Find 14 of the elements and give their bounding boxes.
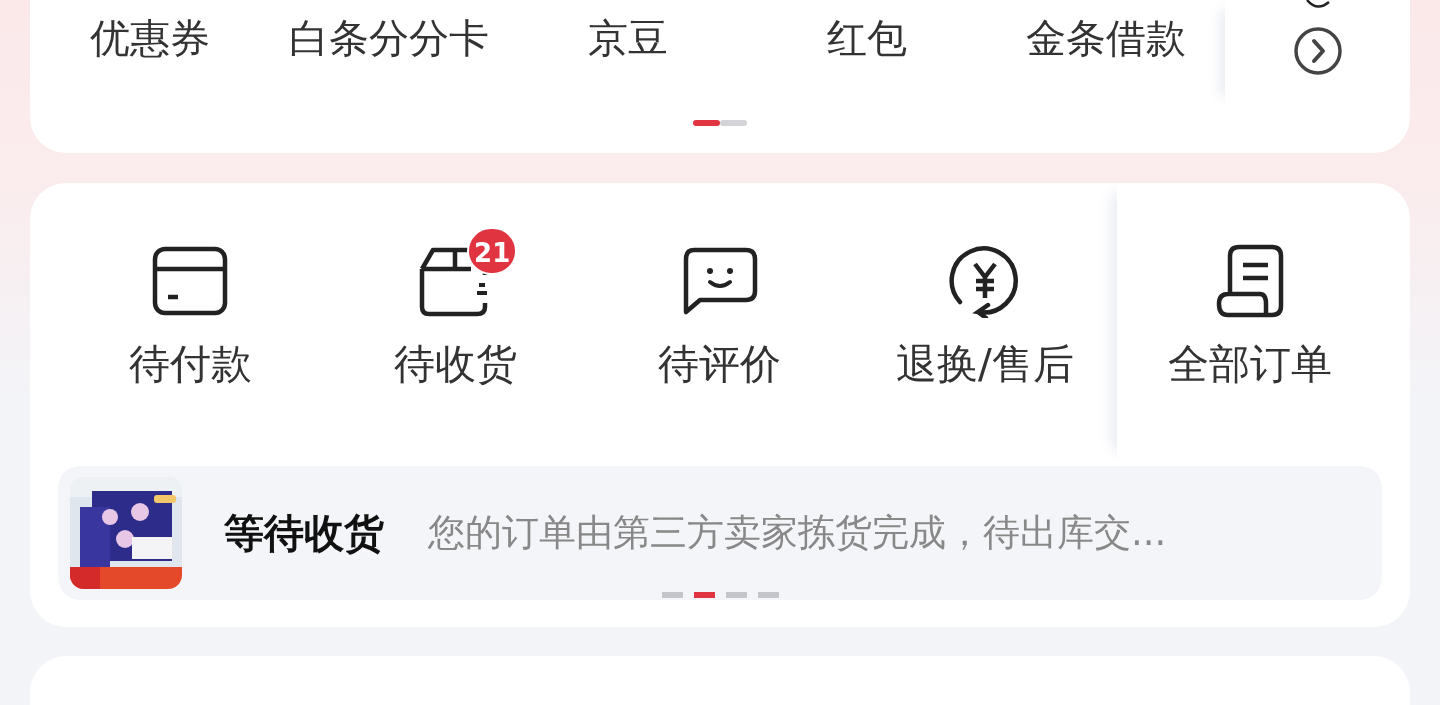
order-status-label[interactable]: 待付款 [128, 337, 252, 392]
order-status-label[interactable]: 全部订单 [1167, 337, 1332, 392]
asset-label[interactable]: 红包 [826, 10, 907, 66]
order-status-label[interactable]: 待评价 [658, 337, 782, 392]
order-notice[interactable]: 等待收货 您的订单由第三方卖家拣货完成，待出库交... [58, 466, 1382, 600]
asset-label[interactable]: 京豆 [587, 10, 668, 66]
asset-label[interactable]: 金条借款 [1025, 10, 1186, 66]
asset-label[interactable]: 白条分分卡 [288, 10, 489, 66]
order-status-label[interactable]: 退换/售后 [895, 337, 1074, 392]
asset-label[interactable]: 优惠券 [89, 10, 210, 66]
notice-title: 等待收货 [224, 508, 384, 558]
notice-message: 您的订单由第三方卖家拣货完成，待出库交... [428, 510, 1167, 556]
count-badge: 21 [467, 227, 518, 275]
order-status-label[interactable]: 待收货 [393, 337, 517, 392]
